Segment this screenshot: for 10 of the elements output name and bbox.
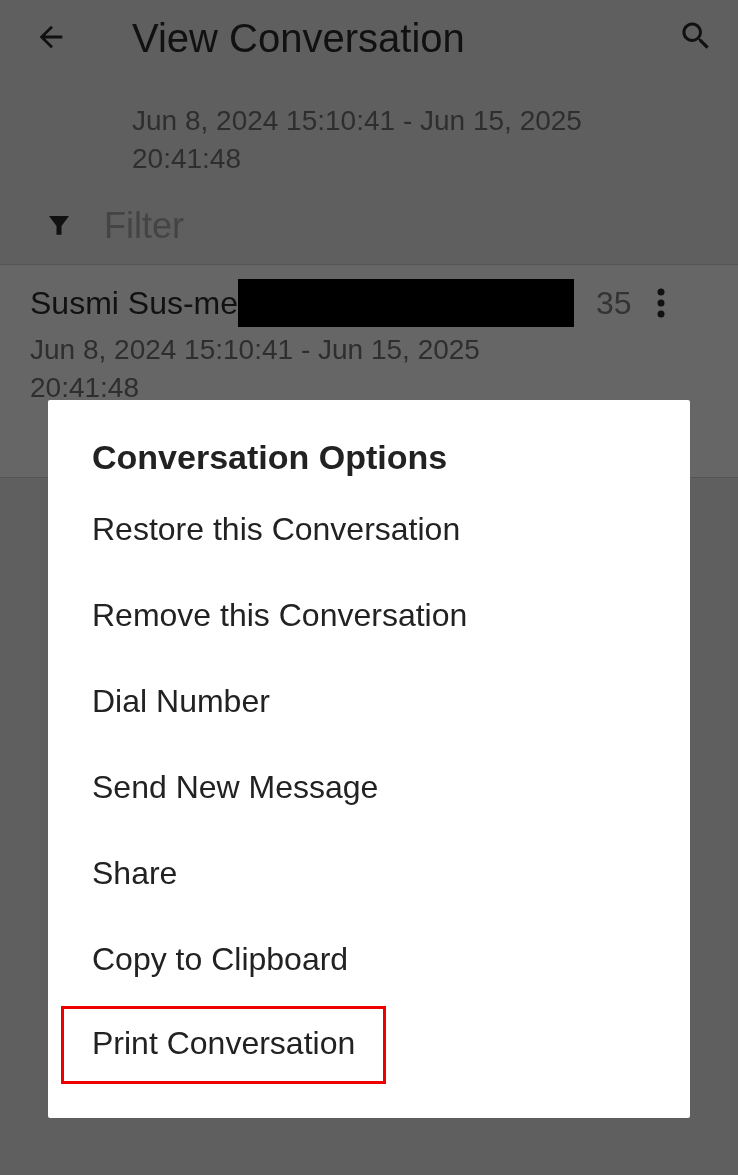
- menu-option[interactable]: Dial Number: [92, 681, 270, 767]
- dialog-title: Conversation Options: [92, 438, 449, 477]
- toolbar-title: View Conversation: [132, 15, 466, 62]
- more-options-icon[interactable]: [655, 288, 666, 318]
- contact-name: Susmi Sus-me: [30, 284, 239, 322]
- menu-option[interactable]: Share: [92, 853, 178, 939]
- menu-option[interactable]: Remove this Conversation: [92, 595, 468, 681]
- conversation-date-range: Jun 8, 2024 15:10:41 - Jun 15, 2025 20:41:48: [30, 333, 481, 405]
- menu-option[interactable]: Send New Message: [92, 767, 379, 853]
- menu-option[interactable]: Restore this Conversation: [92, 509, 461, 595]
